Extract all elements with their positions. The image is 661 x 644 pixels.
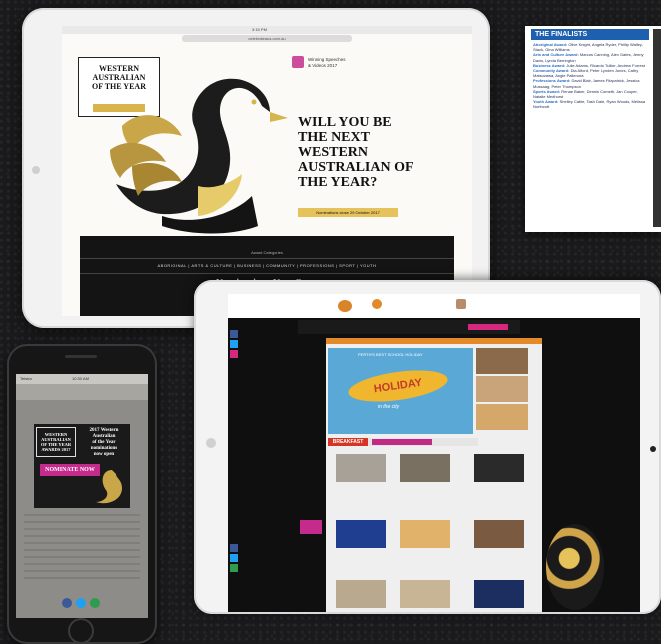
tablet-bottom-screen: PERTH'S BEST SCHOOL HOLIDAY HOLIDAY in t… — [228, 294, 640, 612]
phone-body-text — [24, 514, 140, 584]
finalist-entry: Sports Award: Renae Baker, Dennis Comett… — [533, 88, 638, 100]
phone-home-button[interactable] — [68, 618, 94, 644]
twitter-icon[interactable] — [230, 340, 238, 348]
status-bar: 3:15 PM — [62, 26, 472, 34]
facebook-icon[interactable] — [230, 330, 238, 338]
url-bar[interactable]: celebrateaus.com.au — [182, 35, 352, 42]
twitter-icon[interactable] — [76, 598, 86, 608]
nominate-now-button[interactable]: NOMINATE NOW — [40, 464, 100, 476]
finalist-entry: Professions Award: David Blair, James Fi… — [533, 78, 640, 89]
breakfast-ad-strip[interactable]: BREAKFAST — [328, 438, 478, 446]
site-nav-bar[interactable] — [326, 338, 542, 344]
finalist-entry: Youth Award: Shelley Cable, Tash Dale, R… — [533, 99, 646, 110]
holiday-banner-kicker: PERTH'S BEST SCHOOL HOLIDAY — [358, 352, 423, 357]
article-card[interactable] — [400, 580, 450, 608]
share-icon[interactable] — [230, 350, 238, 358]
award-categories-nav[interactable]: ABORIGINAL | ARTS & CULTURE | BUSINESS |… — [80, 258, 454, 274]
twitter-icon[interactable] — [230, 554, 238, 562]
speeches-promo[interactable]: Winning Speeches & Videos 2017 — [308, 57, 346, 69]
finalists-edge — [653, 29, 661, 227]
article-card[interactable] — [400, 454, 450, 482]
article-card[interactable] — [336, 520, 386, 548]
phone-speaker — [65, 355, 97, 358]
smartphone: Telstra 10:30 AM WESTERN AUSTRALIAN OF T… — [7, 344, 157, 644]
facebook-icon[interactable] — [230, 544, 238, 552]
nominations-close-button[interactable]: Nominations close 29 October 2017 — [298, 208, 398, 217]
article-card[interactable] — [474, 580, 524, 608]
tablet-camera — [206, 438, 216, 448]
phone-status-bar: Telstra 10:30 AM — [16, 374, 148, 384]
tablet-home-dot — [650, 446, 656, 452]
calendar-icon[interactable] — [372, 299, 382, 309]
article-card[interactable] — [474, 520, 524, 548]
article-card[interactable] — [474, 454, 524, 482]
article-card[interactable] — [400, 520, 450, 548]
holiday-subtitle: in the city — [378, 404, 400, 410]
site-top-bar — [228, 294, 640, 318]
phone-screen: Telstra 10:30 AM WESTERN AUSTRALIAN OF T… — [16, 374, 148, 618]
facebook-icon[interactable] — [62, 598, 72, 608]
finalist-entry: Community Award: Dia Alford, Peter Lynde… — [533, 68, 639, 79]
phone-logo: WESTERN AUSTRALIAN OF THE YEAR AWARDS 20… — [36, 427, 76, 457]
phone-promo-text: 2017 Western Australian of the Year nomi… — [89, 428, 119, 457]
share-icon[interactable] — [230, 564, 238, 572]
decorative-egg-graphic — [546, 524, 604, 610]
news-thumbnail[interactable] — [476, 376, 528, 402]
finalists-card: THE FINALISTS Aboriginal Award: Olive Kn… — [525, 26, 661, 232]
site-logo-icon[interactable] — [338, 300, 352, 312]
article-card[interactable] — [336, 580, 386, 608]
status-time: 3:15 PM — [252, 27, 267, 32]
news-thumbnail[interactable] — [476, 348, 528, 374]
tablet-camera — [32, 166, 40, 174]
finalists-title: THE FINALISTS — [531, 29, 649, 40]
finalists-list: Aboriginal Award: Olive Knight, Angela R… — [533, 42, 649, 110]
award-categories-label: Award Categories — [251, 250, 283, 255]
article-card[interactable] — [336, 454, 386, 482]
black-swan-illustration — [110, 78, 288, 234]
hero-headline: WILL YOU BE THE NEXT WESTERN AUSTRALIAN … — [298, 115, 414, 190]
tablet-top-screen: 3:15 PM celebrateaus.com.au WESTERN AUST… — [62, 26, 472, 316]
finalist-entry: Aboriginal Award: Olive Knight, Angela R… — [533, 42, 644, 53]
tablet-bottom: PERTH'S BEST SCHOOL HOLIDAY HOLIDAY in t… — [194, 280, 661, 614]
user-avatar[interactable] — [456, 299, 466, 309]
share-icon[interactable] — [90, 598, 100, 608]
side-promo-button[interactable] — [300, 520, 322, 534]
speeches-icon[interactable] — [292, 56, 304, 68]
header-cta-button[interactable] — [468, 324, 508, 330]
phone-header — [16, 384, 148, 400]
finalist-entry: Arts and Culture Award: Marcus Canning, … — [533, 52, 644, 63]
finalists-panel: THE FINALISTS Aboriginal Award: Olive Kn… — [531, 29, 649, 227]
news-thumbnail[interactable] — [476, 404, 528, 430]
